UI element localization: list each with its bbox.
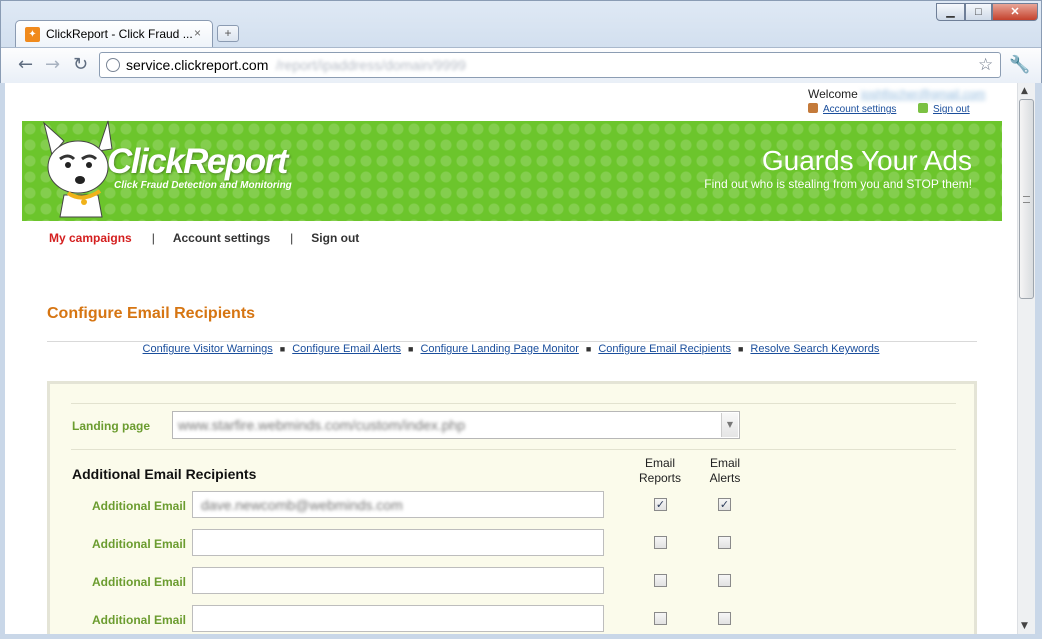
address-bar[interactable]: service.clickreport.com /report/ipaddres… — [99, 52, 1001, 78]
window-frame-right — [1035, 83, 1042, 639]
page-content: Welcome joshfischer@gmail.com Account se… — [5, 83, 1017, 634]
config-subnav: Configure Visitor Warnings ■ Configure Ema… — [5, 343, 1017, 355]
nav-sign-out[interactable]: Sign out — [311, 231, 359, 245]
browser-tab[interactable]: ✦ ClickReport - Click Fraud ... × — [15, 20, 213, 48]
clickreport-favicon-icon: ✦ — [25, 27, 40, 42]
user-icon — [808, 103, 818, 113]
link-configure-landing-page-monitor[interactable]: Configure Landing Page Monitor — [420, 343, 578, 355]
additional-email-input[interactable] — [192, 529, 604, 556]
additional-email-input[interactable]: dave.newcomb@webminds.com — [192, 491, 604, 518]
banner-headline: Guards Your Ads — [761, 145, 972, 176]
reload-icon[interactable]: ↻ — [73, 54, 88, 75]
running-man-icon — [918, 103, 928, 113]
email-alerts-checkbox[interactable] — [718, 536, 731, 549]
bullet-separator: ■ — [279, 344, 286, 354]
additional-email-input[interactable] — [192, 567, 604, 594]
chevron-down-icon[interactable]: ▼ — [721, 413, 738, 437]
landing-page-label: Landing page — [72, 419, 150, 433]
bullet-separator: ■ — [737, 344, 744, 354]
brand-tagline: Click Fraud Detection and Monitoring — [114, 180, 292, 191]
banner-subheadline: Find out who is stealing from you and ST… — [704, 177, 972, 191]
tab-title: ClickReport - Click Fraud ... — [46, 27, 193, 41]
bullet-separator: ■ — [408, 344, 414, 354]
email-recipients-form: Landing page www.starfire.webminds.com/c… — [47, 381, 977, 634]
bookmark-star-icon[interactable]: ☆ — [978, 55, 993, 75]
scrollbar-grip-icon — [1023, 196, 1030, 203]
back-arrow-icon[interactable]: ← — [18, 54, 33, 75]
email-alerts-checkbox[interactable] — [718, 574, 731, 587]
url-path: /report/ipaddress/domain/9999 — [276, 57, 466, 73]
header-account-settings-link[interactable]: Account settings — [808, 103, 896, 115]
browser-chrome: ✦ ClickReport - Click Fraud ... × + ▁ □ … — [0, 0, 1042, 83]
main-nav: My campaigns | Account settings | Sign out — [49, 231, 359, 245]
link-resolve-search-keywords[interactable]: Resolve Search Keywords — [750, 343, 879, 355]
email-alerts-column-header: Email Alerts — [709, 456, 741, 485]
wrench-menu-icon[interactable]: 🔧 — [1009, 55, 1030, 75]
link-configure-visitor-warnings[interactable]: Configure Visitor Warnings — [143, 343, 273, 355]
additional-email-label: Additional Email — [92, 499, 187, 513]
additional-email-value: dave.newcomb@webminds.com — [201, 497, 403, 513]
globe-icon — [106, 58, 120, 72]
email-alerts-checkbox[interactable]: ✓ — [718, 498, 731, 511]
vertical-scrollbar[interactable]: ▲ ▼ — [1017, 83, 1035, 634]
maximize-button[interactable]: □ — [965, 3, 992, 21]
nav-separator: | — [151, 231, 155, 245]
email-reports-checkbox[interactable] — [654, 574, 667, 587]
bullet-separator: ■ — [585, 344, 592, 354]
tab-close-icon[interactable]: × — [194, 26, 201, 40]
scrollbar-thumb[interactable] — [1019, 99, 1034, 299]
link-configure-email-recipients[interactable]: Configure Email Recipients — [598, 343, 731, 355]
welcome-label: Welcome — [808, 87, 858, 101]
additional-email-label: Additional Email — [92, 537, 187, 551]
recipients-heading: Additional Email Recipients — [72, 466, 257, 482]
email-reports-checkbox[interactable] — [654, 612, 667, 625]
header-account-settings-label: Account settings — [823, 104, 897, 115]
link-configure-email-alerts[interactable]: Configure Email Alerts — [292, 343, 401, 355]
panel-divider — [71, 403, 956, 404]
close-window-button[interactable]: ✕ — [992, 3, 1038, 21]
landing-page-select[interactable]: www.starfire.webminds.com/custom/index.p… — [172, 411, 740, 439]
email-reports-checkbox[interactable] — [654, 536, 667, 549]
email-reports-column-header: Email Reports — [638, 456, 682, 485]
brand-logo-text: ClickReport — [107, 142, 288, 181]
welcome-text: Welcome joshfischer@gmail.com — [808, 87, 985, 101]
panel-divider — [71, 449, 956, 450]
email-alerts-checkbox[interactable] — [718, 612, 731, 625]
additional-email-label: Additional Email — [92, 613, 187, 627]
site-banner: ClickReport Click Fraud Detection and Mo… — [22, 120, 1002, 221]
email-reports-checkbox[interactable]: ✓ — [654, 498, 667, 511]
scroll-down-arrow-icon[interactable]: ▼ — [1021, 621, 1028, 631]
nav-account-settings[interactable]: Account settings — [173, 231, 270, 245]
minimize-button[interactable]: ▁ — [936, 3, 965, 21]
header-sign-out-label: Sign out — [933, 104, 970, 115]
browser-toolbar: ← → ↻ service.clickreport.com /report/ip… — [1, 47, 1041, 83]
user-email-link[interactable]: joshfischer@gmail.com — [861, 87, 985, 101]
nav-separator: | — [290, 231, 294, 245]
page-title: Configure Email Recipients — [47, 305, 256, 322]
header-sign-out-link[interactable]: Sign out — [918, 103, 970, 115]
new-tab-button[interactable]: + — [217, 25, 239, 42]
url-host: service.clickreport.com — [126, 57, 269, 73]
landing-page-selected-value: www.starfire.webminds.com/custom/index.p… — [178, 417, 466, 433]
forward-arrow-icon[interactable]: → — [45, 54, 60, 75]
scroll-up-arrow-icon[interactable]: ▲ — [1021, 86, 1028, 96]
nav-my-campaigns[interactable]: My campaigns — [49, 231, 132, 245]
window-frame-bottom — [0, 634, 1042, 639]
additional-email-input[interactable] — [192, 605, 604, 632]
additional-email-label: Additional Email — [92, 575, 187, 589]
divider — [47, 341, 977, 342]
